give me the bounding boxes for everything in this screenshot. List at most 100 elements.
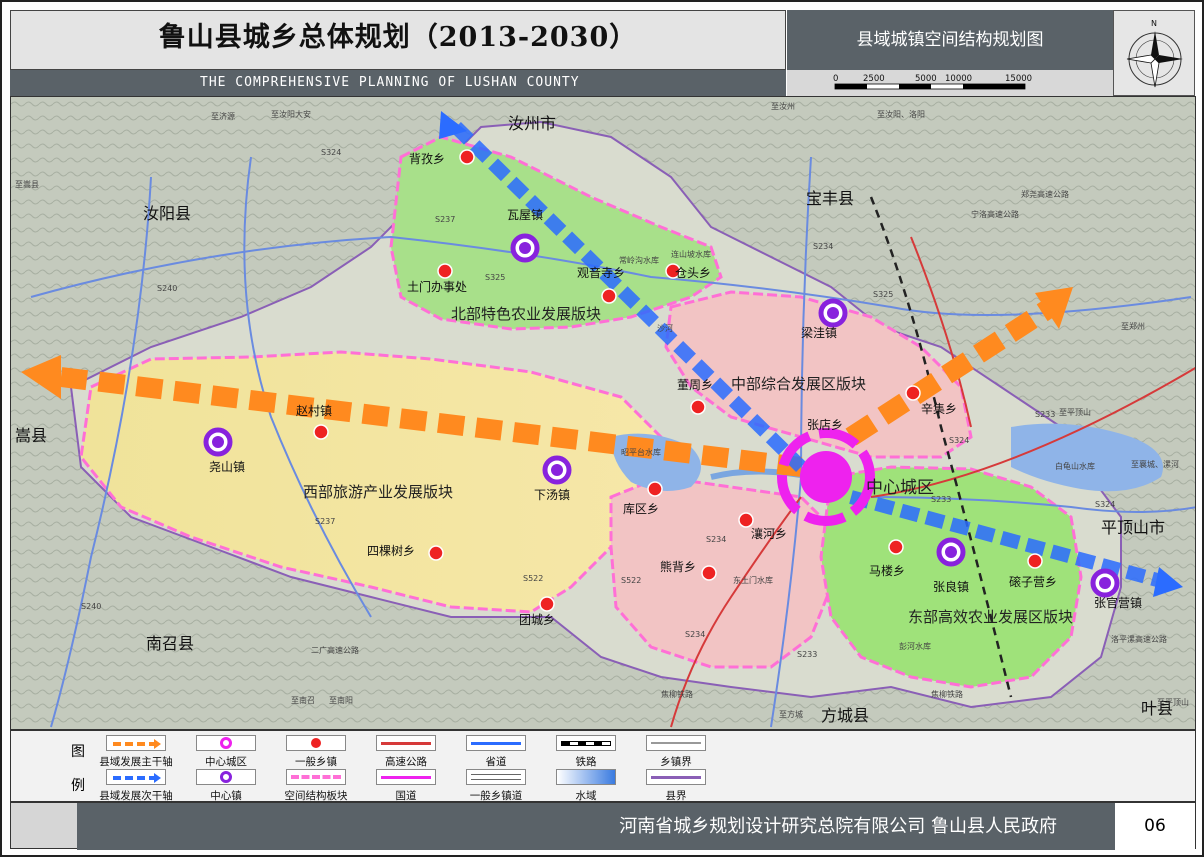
legend-label-main-axis: 县域发展主干轴 [99,756,173,768]
legend-label-provincial-road: 省道 [485,756,507,768]
road-label-s240: S240 [157,284,177,293]
purple-ring-icon [196,769,256,785]
label-xiatang: 下汤镇 [534,488,570,502]
region-label-north: 北部特色农业发展版块 [451,305,601,323]
legend: 图 例 县域发展主干轴 中心城区 一般乡镇 高速公路 省道 铁路 乡镇界 县域发… [10,730,1196,802]
water-label-penghe: 彭河水库 [899,641,931,651]
county-map: 中心城区 北部特色农业发展版块 中部综合发展区版块 西部旅游产业发展版块 东部高… [10,96,1196,730]
legend-label-township-boundary: 乡镇界 [660,756,692,768]
blue-fill-icon [556,769,616,785]
label-zhangliang: 张良镇 [933,579,969,594]
magenta-line-icon [376,769,436,785]
map-canvas: 中心城区 北部特色农业发展版块 中部综合发展区版块 西部旅游产业发展版块 东部高… [11,97,1195,729]
region-label-middle: 中部综合发展区版块 [731,375,866,393]
town-guanyinsi [601,288,617,304]
road-label-s234c: S234 [685,630,705,639]
legend-label-central-town: 中心镇 [210,790,242,802]
legend-item-county-boundary: 县界 [621,769,731,803]
legend-label-town: 一般乡镇 [295,756,337,768]
neighbor-nanzhao: 南召县 [146,634,194,653]
page-number: 06 [1115,803,1195,850]
road-label-s324a: S324 [321,148,341,157]
map-name: 县域城镇空间结构规划图 [787,10,1113,70]
label-tuancheng: 团城乡 [519,613,555,627]
footer-organization: 河南省城乡规划设计研究总院有限公司 鲁山县人民政府 [77,803,1117,850]
region-label-center: 中心城区 [866,478,934,498]
legend-label-railway: 铁路 [575,756,597,768]
edge-highway-ningluo: 宁洛高速公路 [971,209,1019,219]
label-malou: 马楼乡 [869,563,905,578]
label-xinji: 辛集乡 [921,401,957,416]
legend-label-secondary-axis: 县域发展次干轴 [99,790,173,802]
label-zhangguanying: 张官营镇 [1094,595,1142,610]
scale-tick-5000: 5000 [915,74,937,84]
town-sikeshu [428,545,444,561]
edge-highway-erguang: 二广高速公路 [311,645,359,655]
neighbor-fangcheng: 方城县 [821,706,869,725]
label-tumen: 土门办事处 [407,279,467,294]
water-label-lianhuashu: 连山坡水库 [671,249,711,259]
label-zhangdian: 张店乡 [807,418,843,432]
legend-item-township-boundary: 乡镇界 [621,735,731,769]
neighbor-ruzhou: 汝州市 [508,114,556,133]
town-zhaocun [313,424,329,440]
blue-line-icon [466,735,526,751]
neighbor-baofeng: 宝丰县 [806,189,854,208]
road-label-s325b: S325 [873,290,893,299]
edge-to-nanzhao-1: 至南召 [291,695,315,705]
neighbor-pingdingshan: 平顶山市 [1101,518,1165,537]
water-label-shahe: 沙河 [657,323,673,333]
footer: 河南省城乡规划设计研究总院有限公司 鲁山县人民政府 06 [10,802,1196,850]
edge-to-pingdingshan-2: 至平顶山 [1157,697,1189,707]
region-label-east: 东部高效农业发展区版块 [908,608,1073,626]
red-dot-icon [286,735,346,751]
orange-dashed-arrow-icon [106,735,166,751]
town-dongzhou [690,399,706,415]
legend-label-zone: 空间结构板块 [284,790,348,802]
road-label-s325a: S325 [485,273,505,282]
road-label-s234: S234 [813,242,833,251]
road-label-s522b: S522 [621,576,641,585]
scale-bar-graphic: 0 2500 5000 10000 15000 [833,74,1032,90]
town-xiongbei [701,565,717,581]
label-dongzhou: 董周乡 [677,378,713,392]
town-malou [888,539,904,555]
label-rangehe: 瀼河乡 [751,526,787,541]
north-label: N [1151,19,1157,28]
region-label-west: 西部旅游产业发展版块 [303,483,453,501]
title-block: 鲁山县城乡总体规划（2013-2030） [10,10,786,70]
red-line-icon [376,735,436,751]
magenta-ring-icon [196,735,256,751]
town-rangehe [738,512,754,528]
edge-highway-zhengyao: 郑尧高速公路 [1021,189,1069,199]
map-title: 鲁山县城乡总体规划（2013-2030） [158,22,638,53]
english-title: THE COMPREHENSIVE PLANNING OF LUSHAN COU… [10,70,786,96]
road-label-s234b: S234 [706,535,726,544]
edge-to-pingdingshan-1: 至平顶山 [1059,407,1091,417]
water-label-zhaopingtai: 昭平台水库 [621,447,661,457]
scale-tick-0: 0 [833,74,838,84]
town-tumen [437,263,453,279]
legend-label-national-road: 国道 [395,790,417,802]
town-tuancheng [539,596,555,612]
blue-dashed-arrow-icon [106,769,166,785]
label-yaoshan: 尧山镇 [209,460,245,474]
edge-to-xiangcheng: 至襄城、漯河 [1131,459,1179,469]
road-label-s233b: S233 [1035,410,1055,419]
legend-label-center-city: 中心城区 [205,756,247,768]
label-wawu: 瓦屋镇 [507,208,543,222]
edge-to-jiyuan: 至济源 [211,111,235,121]
town-xinji [905,385,921,401]
compass-block: N [1113,10,1195,96]
label-zhaocun: 赵村镇 [296,404,332,418]
neighbor-songxian: 嵩县 [15,426,47,445]
town-beizi [459,149,475,165]
legend-label-highway: 高速公路 [385,756,427,768]
water-label-baiguishan: 白龟山水库 [1055,461,1095,471]
label-chuiziying: 磙子营乡 [1009,574,1057,589]
gray-line-icon [646,735,706,751]
edge-to-zhengzhou: 至郑州 [1121,321,1145,331]
gray-double-line-icon [466,769,526,785]
pink-dashed-icon [286,769,346,785]
water-label-changlingou: 常岭沟水库 [619,255,659,265]
